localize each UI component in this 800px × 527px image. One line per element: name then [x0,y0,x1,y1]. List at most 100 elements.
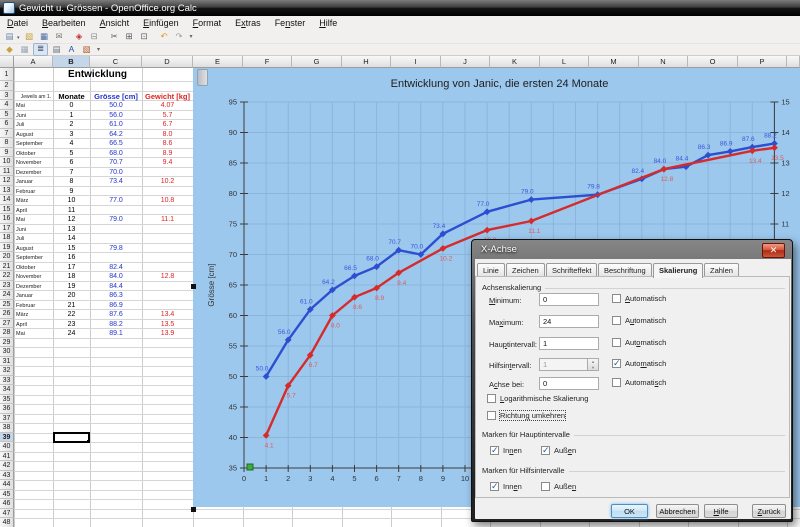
menu-item-bearbeiten[interactable]: Bearbeiten [35,16,93,30]
marks-minor-aussen-checkbox[interactable]: Außen [541,482,576,491]
auto-checkbox-minimum[interactable]: Automatisch [612,294,666,303]
row-header-1[interactable]: 1 [0,68,14,81]
row-header-27[interactable]: 27 [0,319,14,329]
field-input-minimum[interactable] [539,293,599,306]
chart-titles-icon[interactable]: A [65,44,78,55]
row-header-22[interactable]: 22 [0,271,14,281]
tab-schrifteffekt[interactable]: Schrifteffekt [546,263,597,277]
row-header-48[interactable]: 48 [0,518,14,527]
field-spinner-hilfsintervall[interactable]: ▲▼ [588,358,599,371]
auto-checkbox-hauptintervall[interactable]: Automatisch [612,338,666,347]
row-header-24[interactable]: 24 [0,290,14,300]
field-input-hilfsintervall[interactable] [539,358,588,371]
checkbox-icon[interactable] [612,338,621,347]
cell-cursor-b39[interactable] [53,432,90,443]
tab-skalierung[interactable]: Skalierung [653,263,703,278]
row-header-9[interactable]: 9 [0,148,14,158]
column-header-D[interactable]: D [142,56,193,68]
row-header-40[interactable]: 40 [0,442,14,452]
export-pdf-icon[interactable]: ◈ [73,31,86,42]
chart-grid-icon[interactable]: ▦ [18,44,31,55]
checkbox-icon[interactable] [612,359,621,368]
row-header-19[interactable]: 19 [0,243,14,253]
auto-checkbox-achse-bei[interactable]: Automatisch [612,378,666,387]
row-header-11[interactable]: 11 [0,167,14,177]
row-header-5[interactable]: 5 [0,110,14,120]
row-header-4[interactable]: 4 [0,100,14,110]
checkbox-icon[interactable] [541,482,550,491]
row-header-25[interactable]: 25 [0,300,14,310]
row-header-16[interactable]: 16 [0,214,14,224]
row-header-15[interactable]: 15 [0,205,14,215]
menu-item-datei[interactable]: Datei [0,16,35,30]
undo-icon[interactable]: ↶ [158,31,171,42]
zurueck-button[interactable]: Zurück [752,504,786,518]
email-icon[interactable]: ✉ [53,31,66,42]
hilfe-button[interactable]: Hilfe [704,504,738,518]
menu-item-extras[interactable]: Extras [228,16,268,30]
column-header-F[interactable]: F [243,56,292,68]
chart-data-table-icon[interactable]: ▤ [50,44,63,55]
row-header-36[interactable]: 36 [0,404,14,414]
row-header-18[interactable]: 18 [0,233,14,243]
marks-minor-innen-checkbox[interactable]: Innen [490,482,522,491]
row-header-6[interactable]: 6 [0,119,14,129]
reverse-direction-checkbox[interactable]: Richtung umkehren [487,411,565,420]
field-input-achse-bei[interactable] [539,377,599,390]
redo-icon[interactable]: ↷ [173,31,186,42]
row-header-28[interactable]: 28 [0,328,14,338]
column-header-B[interactable]: B [53,56,90,68]
checkbox-icon[interactable] [612,378,621,387]
tab-zahlen[interactable]: Zahlen [704,263,739,277]
row-header-3[interactable]: 3 [0,91,14,101]
row-header-34[interactable]: 34 [0,385,14,395]
paste-icon[interactable]: ⊡ [138,31,151,42]
log-scale-checkbox[interactable]: Logarithmische Skalierung [487,394,588,403]
checkbox-icon[interactable] [612,294,621,303]
column-header-P[interactable]: P [738,56,787,68]
chart-selection-handle-left[interactable] [191,284,196,289]
row-header-46[interactable]: 46 [0,499,14,509]
row-header-12[interactable]: 12 [0,176,14,186]
row-header-23[interactable]: 23 [0,281,14,291]
row-header-21[interactable]: 21 [0,262,14,272]
tab-zeichen[interactable]: Zeichen [506,263,545,277]
row-header-47[interactable]: 47 [0,509,14,519]
marks-major-aussen-checkbox[interactable]: Außen [541,446,576,455]
new-document-dropdown-icon[interactable]: ▾ [17,35,20,41]
select-all-corner[interactable] [0,56,14,68]
row-header-33[interactable]: 33 [0,376,14,386]
column-header-C[interactable]: C [90,56,142,68]
toolbar-overflow-icon[interactable]: ▾ [190,33,193,40]
checkbox-icon[interactable] [612,316,621,325]
row-header-14[interactable]: 14 [0,195,14,205]
save-icon[interactable]: ▦ [38,31,51,42]
chart-selection-handle-bottom-left[interactable] [191,507,196,512]
column-header-K[interactable]: K [490,56,540,68]
column-header-A[interactable]: A [14,56,53,68]
open-folder-icon[interactable]: ▧ [23,31,36,42]
field-input-hauptintervall[interactable] [539,337,599,350]
column-header-G[interactable]: G [292,56,342,68]
row-header-7[interactable]: 7 [0,129,14,139]
legend-toggle-icon[interactable]: ≣ [33,43,48,56]
format-selection-icon[interactable]: ◆ [3,44,16,55]
menu-item-hilfe[interactable]: Hilfe [312,16,344,30]
column-header-L[interactable]: L [540,56,589,68]
row-header-30[interactable]: 30 [0,347,14,357]
tab-beschriftung[interactable]: Beschriftung [598,263,652,277]
row-header-44[interactable]: 44 [0,480,14,490]
row-header-20[interactable]: 20 [0,252,14,262]
column-header-I[interactable]: I [391,56,441,68]
row-header-38[interactable]: 38 [0,423,14,433]
column-header-E[interactable]: E [193,56,243,68]
abbrechen-button[interactable]: Abbrechen [656,504,699,518]
row-header-45[interactable]: 45 [0,490,14,500]
column-header-J[interactable]: J [441,56,490,68]
column-header-H[interactable]: H [342,56,391,68]
row-header-10[interactable]: 10 [0,157,14,167]
row-header-37[interactable]: 37 [0,414,14,424]
column-header-O[interactable]: O [688,56,738,68]
cut-icon[interactable]: ✂ [108,31,121,42]
row-header-26[interactable]: 26 [0,309,14,319]
